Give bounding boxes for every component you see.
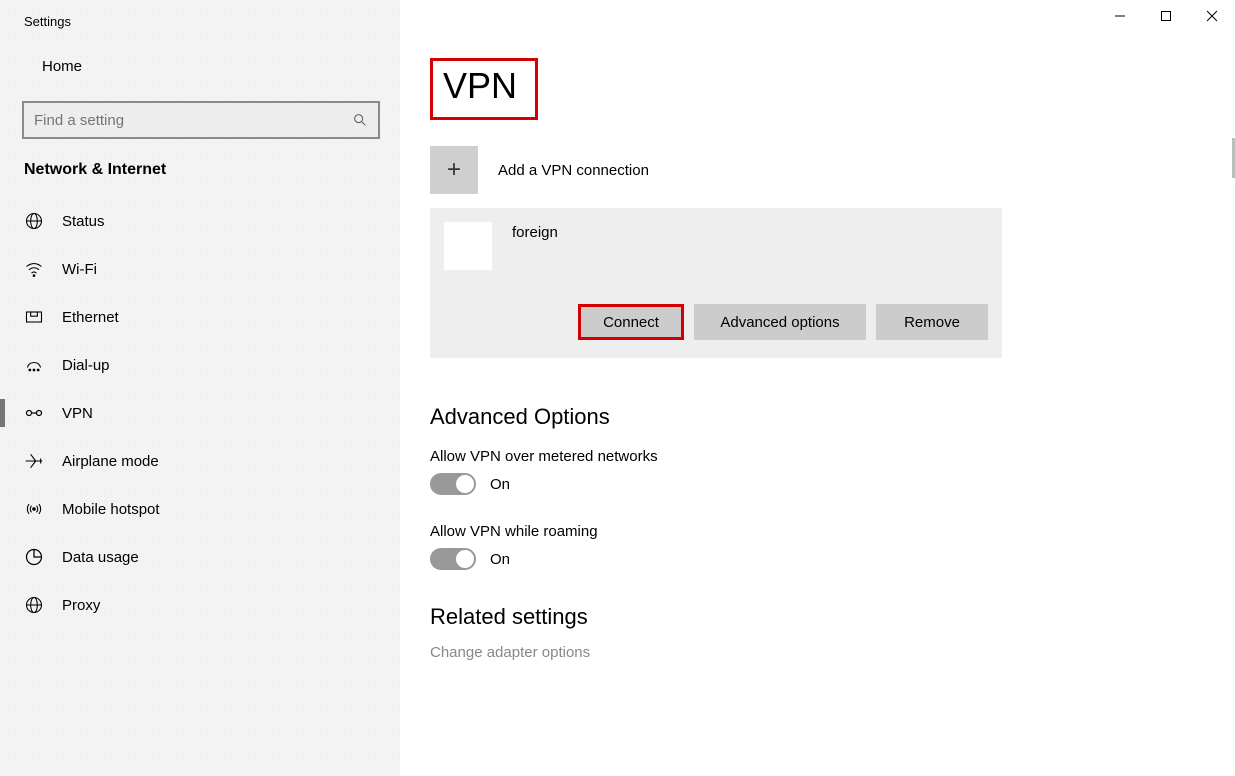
toggle-roaming[interactable] [430,548,476,570]
sidebar-item-datausage[interactable]: Data usage [0,533,400,581]
sidebar-item-label: Status [62,213,105,230]
toggle-metered[interactable] [430,473,476,495]
wifi-icon [24,259,44,279]
sidebar-item-airplane[interactable]: Airplane mode [0,437,400,485]
add-vpn-connection[interactable]: + Add a VPN connection [430,146,1235,194]
option-roaming-label: Allow VPN while roaming [430,523,1235,540]
sidebar-item-vpn[interactable]: VPN [0,389,400,437]
proxy-icon [24,595,44,615]
sidebar-item-label: Wi-Fi [62,261,97,278]
hotspot-icon [24,499,44,519]
change-adapter-options-link[interactable]: Change adapter options [430,644,1235,661]
sidebar-item-label: Ethernet [62,309,119,326]
connect-button[interactable]: Connect [578,304,684,340]
app-name: Settings [0,6,400,49]
advanced-options-heading: Advanced Options [430,404,1235,430]
search-input[interactable] [34,112,352,129]
minimize-button[interactable] [1097,0,1143,32]
ethernet-icon [24,307,44,327]
dialup-icon [24,355,44,375]
sidebar-item-ethernet[interactable]: Ethernet [0,293,400,341]
sidebar-item-status[interactable]: Status [0,197,400,245]
sidebar-home-label: Home [42,58,82,75]
sidebar-category-header: Network & Internet [0,161,400,197]
sidebar-item-dialup[interactable]: Dial-up [0,341,400,389]
data-usage-icon [24,547,44,567]
plus-icon: + [430,146,478,194]
advanced-options-button[interactable]: Advanced options [694,304,866,340]
vpn-entry[interactable]: foreign Connect Advanced options Remove [430,208,1002,358]
related-settings-heading: Related settings [430,604,1235,630]
sidebar-item-label: Proxy [62,597,100,614]
sidebar-item-wifi[interactable]: Wi-Fi [0,245,400,293]
window-controls [1097,0,1235,32]
option-metered-label: Allow VPN over metered networks [430,448,1235,465]
airplane-icon [24,451,44,471]
sidebar-item-label: Dial-up [62,357,110,374]
close-button[interactable] [1189,0,1235,32]
maximize-button[interactable] [1143,0,1189,32]
globe-icon [24,211,44,231]
search-box[interactable] [22,101,380,139]
sidebar-item-label: VPN [62,405,93,422]
main-content: VPN + Add a VPN connection foreign Conne… [400,0,1235,776]
sidebar-item-label: Airplane mode [62,453,159,470]
vpn-entry-icon [444,222,492,270]
sidebar-item-hotspot[interactable]: Mobile hotspot [0,485,400,533]
vpn-entry-name: foreign [512,222,558,241]
sidebar-item-proxy[interactable]: Proxy [0,581,400,629]
sidebar-home[interactable]: Home [0,49,400,83]
toggle-metered-value: On [490,476,510,493]
sidebar-item-label: Data usage [62,549,139,566]
sidebar-item-label: Mobile hotspot [62,501,160,518]
remove-button[interactable]: Remove [876,304,988,340]
search-icon [352,112,368,128]
toggle-roaming-value: On [490,551,510,568]
add-vpn-label: Add a VPN connection [498,162,649,179]
page-title: VPN [430,58,538,120]
vpn-icon [24,403,44,423]
sidebar: Settings Home Network & Internet [0,0,400,776]
